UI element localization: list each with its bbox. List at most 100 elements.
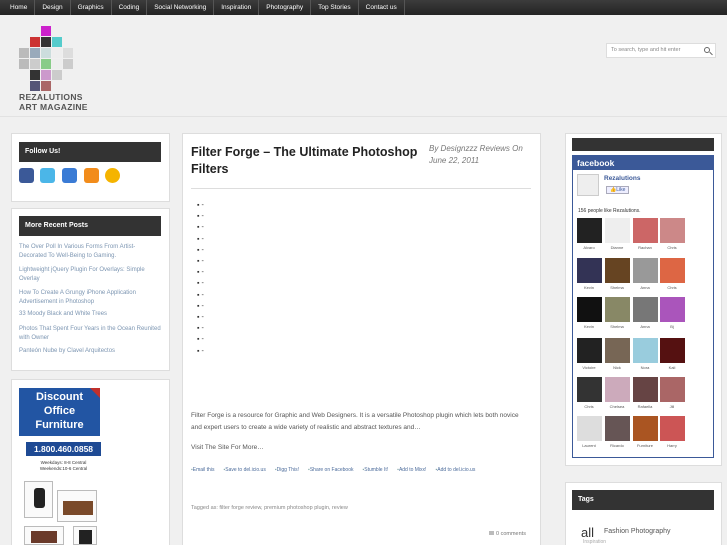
- post-excerpt: Filter Forge is a resource for Graphic a…: [191, 412, 519, 431]
- nav-item-home[interactable]: Home: [0, 0, 36, 15]
- bullet-item: ▪ -: [197, 312, 204, 323]
- facebook-fan-name: Alvaro: [583, 245, 595, 250]
- facebook-fan-avatar[interactable]: [660, 377, 685, 402]
- nav-item-inspiration[interactable]: Inspiration: [214, 0, 260, 15]
- visit-site-link[interactable]: Visit The Site For More…: [191, 444, 264, 451]
- facebook-fan-avatar[interactable]: [605, 297, 630, 322]
- nav-item-top-stories[interactable]: Top Stories: [311, 0, 359, 15]
- bullet-item: ▪ -: [197, 334, 204, 345]
- facebook-fan-avatar[interactable]: [660, 258, 685, 283]
- bullet-text: -: [201, 224, 204, 232]
- bullet-text: -: [201, 280, 204, 288]
- facebook-fan-name: Laurent: [582, 443, 596, 448]
- share-link[interactable]: ▪Email this: [191, 467, 214, 473]
- bullet-text: -: [201, 302, 204, 310]
- facebook-fan-avatar[interactable]: [577, 377, 602, 402]
- share-link[interactable]: ▪Save to del.icio.us: [223, 467, 265, 473]
- nav-item-design[interactable]: Design: [35, 0, 71, 15]
- bullet-item: ▪ -: [197, 256, 204, 267]
- bullet-item: ▪ -: [197, 200, 204, 211]
- facebook-fan-name: Jill: [669, 404, 675, 409]
- rss-icon[interactable]: [84, 168, 99, 183]
- share-link[interactable]: ▪Digg This!: [275, 467, 299, 473]
- logo-tile: [52, 37, 62, 47]
- recent-post-link[interactable]: How To Create A Grungy iPhone Applicatio…: [19, 289, 161, 307]
- logo-text[interactable]: REZALUTIONS ART MAGAZINE: [19, 92, 88, 112]
- nav-item-coding[interactable]: Coding: [112, 0, 148, 15]
- facebook-fan-avatar[interactable]: [577, 297, 602, 322]
- bullet-item: ▪ -: [197, 267, 204, 278]
- facebook-fan-avatar[interactable]: [660, 218, 685, 243]
- cabinet-image[interactable]: [73, 526, 97, 545]
- facebook-fan-avatar[interactable]: [577, 338, 602, 363]
- search-input[interactable]: To search, type and hit enter: [606, 43, 716, 58]
- facebook-fan-avatar[interactable]: [660, 416, 685, 441]
- facebook-fan-avatar[interactable]: [605, 338, 630, 363]
- share-link[interactable]: ▪Share on Facebook: [308, 467, 353, 473]
- facebook-fan-avatar[interactable]: [633, 338, 658, 363]
- facebook-fan-avatar[interactable]: [633, 218, 658, 243]
- email-icon[interactable]: [105, 168, 120, 183]
- search-icon[interactable]: [704, 47, 710, 53]
- follow-title: Follow Us!: [19, 142, 161, 162]
- post-title[interactable]: Filter Forge – The Ultimate Photoshop Fi…: [191, 144, 421, 178]
- facebook-fan-avatar[interactable]: [633, 416, 658, 441]
- recent-post-link[interactable]: Photos That Spent Four Years in the Ocea…: [19, 325, 161, 343]
- chair-image[interactable]: [24, 481, 53, 518]
- facebook-fan-avatar[interactable]: [633, 377, 658, 402]
- office-shape-icon: [31, 531, 57, 543]
- facebook-fan-avatar[interactable]: [660, 338, 685, 363]
- facebook-header[interactable]: facebook: [573, 156, 713, 170]
- share-link[interactable]: ▪Stumble It!: [362, 467, 388, 473]
- office-image[interactable]: [24, 526, 64, 545]
- logo-tile: [19, 48, 29, 58]
- facebook-fan-avatar[interactable]: [605, 416, 630, 441]
- recent-post-link[interactable]: Lightweight jQuery Plugin For Overlays: …: [19, 266, 161, 284]
- facebook-fan-avatar[interactable]: [577, 258, 602, 283]
- facebook-fan-avatar[interactable]: [633, 258, 658, 283]
- facebook-fan-avatar[interactable]: [577, 218, 602, 243]
- nav-item-photography[interactable]: Photography: [259, 0, 312, 15]
- bullet-item: ▪ -: [197, 323, 204, 334]
- facebook-page-name[interactable]: Rezalutions: [604, 175, 640, 182]
- bullet-text: -: [201, 336, 204, 344]
- facebook-page-avatar[interactable]: [577, 174, 599, 196]
- nav-item-graphics[interactable]: Graphics: [71, 0, 112, 15]
- facebook-fan-avatar[interactable]: [633, 297, 658, 322]
- nav-item-social-networking[interactable]: Social Networking: [147, 0, 215, 15]
- nav-item-contact-us[interactable]: Contact us: [359, 0, 405, 15]
- facebook-fan-avatar[interactable]: [660, 297, 685, 322]
- ad-banner[interactable]: Discount Office Furniture: [19, 388, 100, 436]
- recent-post-link[interactable]: The Over Poll In Various Forms From Arti…: [19, 243, 161, 261]
- delicious-icon[interactable]: [62, 168, 77, 183]
- share-link[interactable]: ▪Add to del.icio.us: [435, 467, 475, 473]
- logo-tile: [30, 70, 40, 80]
- bullet-text: -: [201, 246, 204, 254]
- facebook-like-button[interactable]: 👍Like: [606, 186, 630, 194]
- facebook-fan-avatar[interactable]: [577, 416, 602, 441]
- comments-link[interactable]: 0 comments: [489, 531, 526, 537]
- facebook-fan-avatar[interactable]: [605, 218, 630, 243]
- share-link[interactable]: ▪Add to Mixx!: [397, 467, 426, 473]
- facebook-fan-name: Harry: [667, 443, 677, 448]
- ad-phone[interactable]: 1.800.460.0858: [26, 442, 101, 456]
- twitter-icon[interactable]: [40, 168, 55, 183]
- facebook-fan-name: Ricardo: [610, 443, 624, 448]
- facebook-icon[interactable]: [19, 168, 34, 183]
- recent-post-link[interactable]: 33 Moody Black and White Trees: [19, 310, 161, 319]
- logo-tile: [63, 59, 73, 69]
- tag-inspiration[interactable]: Inspiration: [583, 539, 606, 545]
- facebook-fan-name: Chris: [667, 245, 677, 250]
- facebook-like-box: facebook Rezalutions 👍Like 156 people li…: [572, 155, 714, 458]
- recent-post-link[interactable]: Panteón Nube by Clavel Arquitectos: [19, 347, 161, 356]
- facebook-like-label: Like: [616, 187, 626, 193]
- tag-all[interactable]: all: [581, 525, 594, 540]
- logo-tile: [41, 37, 51, 47]
- bullet-text: -: [201, 325, 204, 333]
- facebook-fan-avatar[interactable]: [605, 258, 630, 283]
- facebook-fan-avatar[interactable]: [605, 377, 630, 402]
- logo-tile: [52, 59, 62, 69]
- tag-fashion-photography[interactable]: Fashion Photography: [604, 528, 671, 535]
- desk-image[interactable]: [57, 490, 97, 522]
- logo-tile: [63, 48, 73, 58]
